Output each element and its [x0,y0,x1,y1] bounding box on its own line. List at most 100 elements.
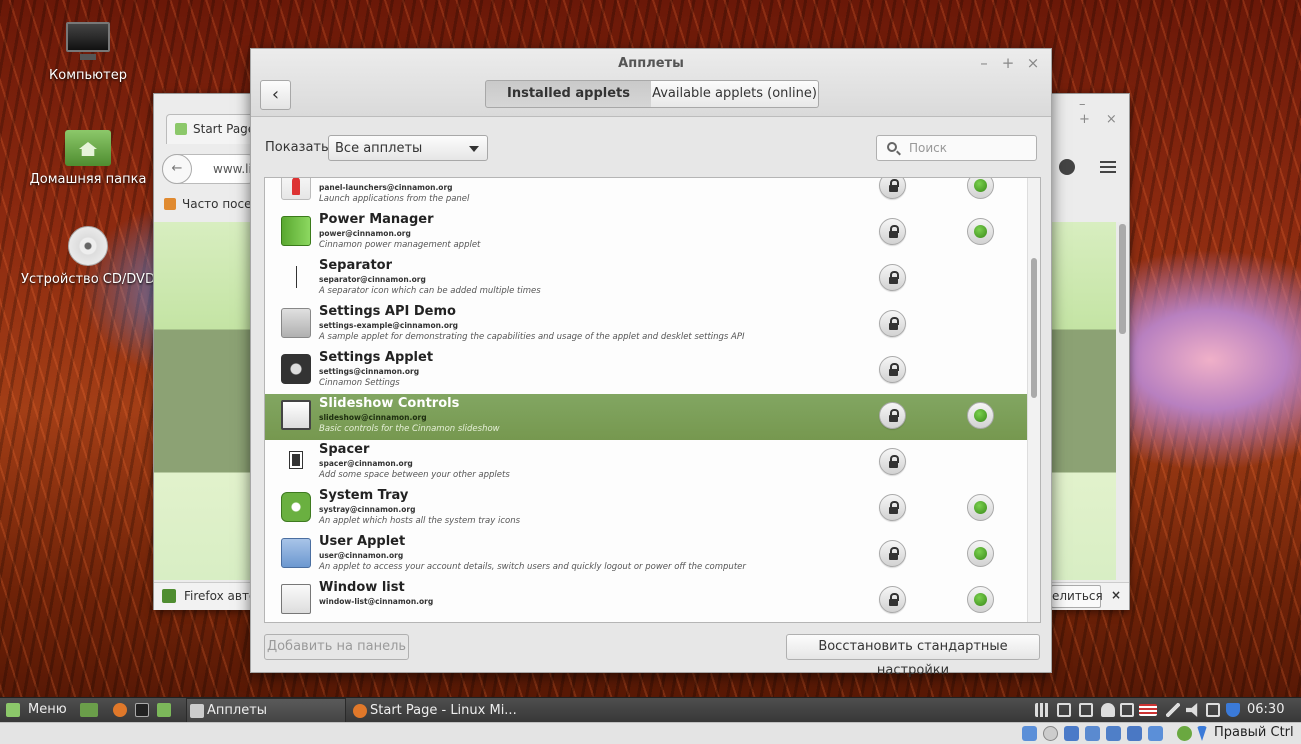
desktop-icon-cdrom[interactable]: Устройство CD/DVD [13,226,163,287]
slideshow-icon [281,400,311,430]
back-button[interactable]: ‹ [260,80,291,110]
home-folder-icon [65,126,111,166]
gear-icon [281,354,311,384]
enabled-indicator-icon [967,586,994,613]
applet-row[interactable]: User Applet user@cinnamon.org An applet to… [265,532,1027,578]
network-icon[interactable] [1120,703,1134,717]
enabled-indicator-icon [967,218,994,245]
hdd-icon[interactable] [1022,726,1037,741]
keyboard-flag-icon[interactable] [1139,704,1157,716]
search-input[interactable]: Поиск [876,135,1037,161]
desktop-icon-computer[interactable]: Компьютер [13,22,163,83]
battery-icon[interactable] [1206,703,1220,717]
bookmark-icon [164,198,176,210]
files-launcher-icon[interactable] [157,703,171,717]
firefox-window-icon [353,704,367,718]
terminal-launcher-icon[interactable] [135,703,149,717]
task-firefox[interactable]: Start Page - Linux Mi... [349,698,517,723]
shield-icon[interactable] [1226,703,1240,717]
applet-description: Cinnamon Settings [319,378,400,388]
mouse-integration-icon[interactable] [1177,726,1192,741]
applet-description: Launch applications from the panel [319,194,470,204]
sliders-icon [281,308,311,338]
pen-icon[interactable] [1166,703,1180,717]
applet-uuid: settings@cinnamon.org [319,367,420,376]
firefox-chat-icon[interactable] [1059,159,1075,175]
applet-uuid: slideshow@cinnamon.org [319,413,427,422]
applet-uuid: systray@cinnamon.org [319,505,416,514]
applet-description: Basic controls for the Cinnamon slidesho… [319,424,500,434]
desktop-icon-label: Домашняя папка [29,172,147,187]
applet-uuid: separator@cinnamon.org [319,275,426,284]
clock[interactable]: 06:30 [1247,698,1284,723]
lock-icon [879,586,906,613]
enabled-indicator-icon [967,494,994,521]
window-icon[interactable] [1079,703,1093,717]
firefox-launcher-icon[interactable] [113,703,127,717]
firefox-bookmark[interactable]: Часто посещ [160,197,263,211]
applet-row[interactable]: System Tray systray@cinnamon.org An applet… [265,486,1027,532]
applet-row[interactable]: Separator separator@cinnamon.org A separat… [265,256,1027,302]
user-icon [281,538,311,568]
firefox-menu-icon[interactable] [1100,161,1116,173]
disc-icon [68,226,108,266]
applet-uuid: power@cinnamon.org [319,229,411,238]
display-icon[interactable] [1106,726,1121,741]
lock-icon [879,448,906,475]
applet-row[interactable]: Panel launchers panel-launchers@cinnamon.… [265,178,1027,210]
applet-row[interactable]: Slideshow Controls slideshow@cinnamon.org… [265,394,1027,440]
tab-installed-applets[interactable]: Installed applets [485,80,652,108]
enabled-indicator-icon [967,178,994,199]
volume-icon[interactable] [1186,703,1198,717]
menu-button[interactable]: Меню [4,698,67,723]
share-button[interactable]: елиться [1051,585,1103,608]
notification-text: Firefox авто [184,589,257,603]
shared-folder-icon[interactable] [1085,726,1100,741]
scrollbar-thumb[interactable] [1031,258,1037,398]
list-scrollbar[interactable] [1027,178,1040,622]
close-icon[interactable]: × [1111,588,1121,602]
firefox-back-icon[interactable]: ← [162,154,192,184]
applet-row[interactable]: Settings Applet settings@cinnamon.org Cinn… [265,348,1027,394]
task-label: Апплеты [207,703,268,718]
usb-icon[interactable] [1064,726,1079,741]
workspace-grid-icon[interactable] [1035,703,1049,717]
filter-dropdown[interactable]: Все апплеты [328,135,488,161]
maximize-icon[interactable]: + [1000,54,1016,72]
minimize-icon[interactable]: – [976,54,992,72]
applet-row[interactable]: Window list window-list@cinnamon.org [265,578,1027,622]
host-key-icon[interactable] [1197,726,1207,741]
video-capture-icon[interactable] [1127,726,1142,741]
applet-row[interactable]: Settings API Demo settings-example@cinnam… [265,302,1027,348]
display-icon[interactable] [1057,703,1071,717]
chevron-left-icon: ‹ [271,84,280,105]
applet-name: User Applet [319,534,406,549]
menu-label: Меню [28,702,67,717]
applet-list[interactable]: Panel launchers panel-launchers@cinnamon.… [264,177,1041,623]
show-desktop-icon[interactable] [80,703,98,717]
tab-available-applets[interactable]: Available applets (online) [651,80,819,108]
cpu-icon[interactable] [1148,726,1163,741]
search-placeholder: Поиск [909,141,948,155]
lock-icon [879,178,906,199]
close-icon[interactable]: × [1025,54,1041,72]
info-icon [281,492,311,522]
firefox-scrollbar[interactable] [1116,222,1129,580]
add-to-panel-button[interactable]: Добавить на панель [264,634,409,660]
lock-icon [879,494,906,521]
restore-defaults-button[interactable]: Восстановить стандартные настройки [786,634,1040,678]
lock-icon [879,540,906,567]
user-icon[interactable] [1101,703,1115,717]
firefox-window-controls[interactable]: –+× [1079,97,1133,127]
applet-row[interactable]: Spacer spacer@cinnamon.org Add some space … [265,440,1027,486]
desktop-icon-label: Компьютер [49,68,127,83]
desktop-icon-home[interactable]: Домашняя папка [13,126,163,187]
applet-description: An applet to access your account details… [319,562,746,572]
lock-icon [879,264,906,291]
optical-drive-icon[interactable] [1043,726,1058,741]
task-applets[interactable]: Апплеты [186,698,346,723]
applet-uuid: window-list@cinnamon.org [319,597,434,606]
applet-row[interactable]: Power Manager power@cinnamon.org Cinnamon … [265,210,1027,256]
desktop-icon-label: Устройство CD/DVD [21,272,155,287]
rocket-icon [281,178,311,200]
